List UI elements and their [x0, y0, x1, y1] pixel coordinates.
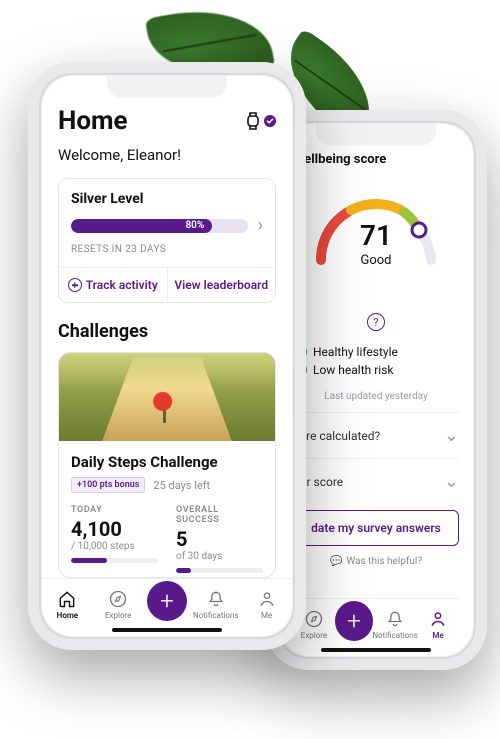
nav-explore[interactable]: Explore: [96, 589, 140, 620]
challenge-title: Daily Steps Challenge: [71, 453, 263, 471]
wellbeing-gauge: 71 Good: [301, 175, 451, 265]
helpful-label: Was this helpful?: [346, 556, 422, 567]
nav-add-button[interactable]: +: [335, 601, 373, 641]
nav-label: Notifications: [372, 631, 417, 640]
bell-icon: [206, 589, 226, 609]
nav-me[interactable]: Me: [245, 589, 289, 620]
level-percent: 80%: [185, 220, 204, 231]
home-indicator: [321, 648, 431, 652]
chevron-down-icon: ⌄: [444, 471, 459, 492]
welcome-text: Welcome, Eleanor!: [58, 146, 276, 164]
compass-icon: [108, 589, 128, 609]
accordion-label: core calculated?: [293, 429, 380, 443]
stat-value: 4,100: [71, 517, 158, 541]
checkmark-badge-icon: [264, 115, 276, 127]
phone-home: Home Welcome, Eleanor! Silver Level: [28, 62, 306, 650]
view-leaderboard-button[interactable]: View leaderboard: [168, 268, 276, 302]
nav-notifications[interactable]: Notifications: [373, 609, 417, 640]
home-indicator: [112, 628, 222, 632]
stat-label: TODAY: [71, 505, 158, 515]
watch-connected-badge[interactable]: [244, 111, 276, 131]
accordion-row[interactable]: our score ⌄: [293, 458, 459, 504]
was-helpful[interactable]: 💬 Was this helpful?: [293, 556, 459, 567]
home-icon: [57, 589, 77, 609]
wellbeing-score-value: 71: [301, 219, 451, 252]
chevron-right-icon[interactable]: ›: [258, 215, 263, 236]
person-icon: [257, 589, 277, 609]
leaderboard-label: View leaderboard: [174, 278, 268, 292]
level-title: Silver Level: [71, 191, 263, 207]
stat-mini-bar: [176, 568, 263, 573]
nav-home[interactable]: Home: [45, 589, 89, 620]
stat-value: 5: [176, 527, 263, 551]
stat-sub: / 10,000 steps: [71, 541, 158, 552]
plus-circle-icon: [68, 278, 82, 292]
nav-notifications[interactable]: Notifications: [194, 589, 238, 620]
stat-overall: OVERALL SUCCESS 5 of 30 days: [176, 505, 263, 573]
bonus-badge: +100 pts bonus: [71, 477, 145, 493]
level-card: Silver Level 80% › RESETS IN 23 DAYS Tra…: [58, 178, 276, 303]
track-activity-button[interactable]: Track activity: [59, 268, 168, 302]
watch-icon: [244, 111, 262, 131]
person-icon: [428, 609, 448, 629]
wellbeing-check-item: ✓ Healthy lifestyle: [293, 345, 459, 359]
accordion-row[interactable]: core calculated? ⌄: [293, 412, 459, 458]
nav-label: Home: [57, 611, 78, 620]
bottom-nav: Explore + Notifications Me: [293, 598, 459, 656]
stat-label: OVERALL SUCCESS: [176, 505, 263, 525]
page-title: Home: [58, 106, 128, 136]
nav-label: Notifications: [193, 611, 238, 620]
level-progress-bar: 80%: [71, 219, 248, 233]
last-updated-text: Last updated yesterday: [293, 391, 459, 402]
check-label: Healthy lifestyle: [313, 345, 398, 359]
track-activity-label: Track activity: [86, 278, 158, 292]
wellbeing-title: Wellbeing score: [293, 152, 459, 167]
bottom-nav: Home Explore + Notifications Me: [42, 578, 292, 636]
level-reset-text: RESETS IN 23 DAYS: [71, 244, 263, 255]
nav-label: Explore: [105, 611, 131, 620]
chevron-down-icon: ⌄: [444, 425, 459, 446]
days-left-text: 25 days left: [153, 479, 210, 492]
check-label: Low health risk: [313, 363, 394, 377]
wellbeing-check-item: ✓ Low health risk: [293, 363, 459, 377]
bell-icon: [385, 609, 405, 629]
chat-icon: 💬: [330, 556, 342, 567]
challenge-card[interactable]: Daily Steps Challenge +100 pts bonus 25 …: [58, 352, 276, 578]
phone-notch: [107, 76, 227, 98]
nav-label: Me: [432, 631, 443, 640]
phone-notch: [316, 124, 436, 146]
nav-label: Explore: [301, 631, 327, 640]
challenges-heading: Challenges: [58, 321, 276, 342]
challenge-image: [59, 353, 275, 441]
stat-today: TODAY 4,100 / 10,000 steps: [71, 505, 158, 573]
compass-icon: [304, 609, 324, 629]
nav-label: Me: [261, 611, 272, 620]
nav-me[interactable]: Me: [417, 609, 459, 640]
stat-mini-bar: [71, 558, 158, 563]
nav-add-button[interactable]: +: [147, 581, 187, 621]
wellbeing-score-label: Good: [301, 253, 451, 268]
update-survey-button[interactable]: date my survey answers: [293, 510, 459, 546]
stat-sub: of 30 days: [176, 551, 263, 562]
